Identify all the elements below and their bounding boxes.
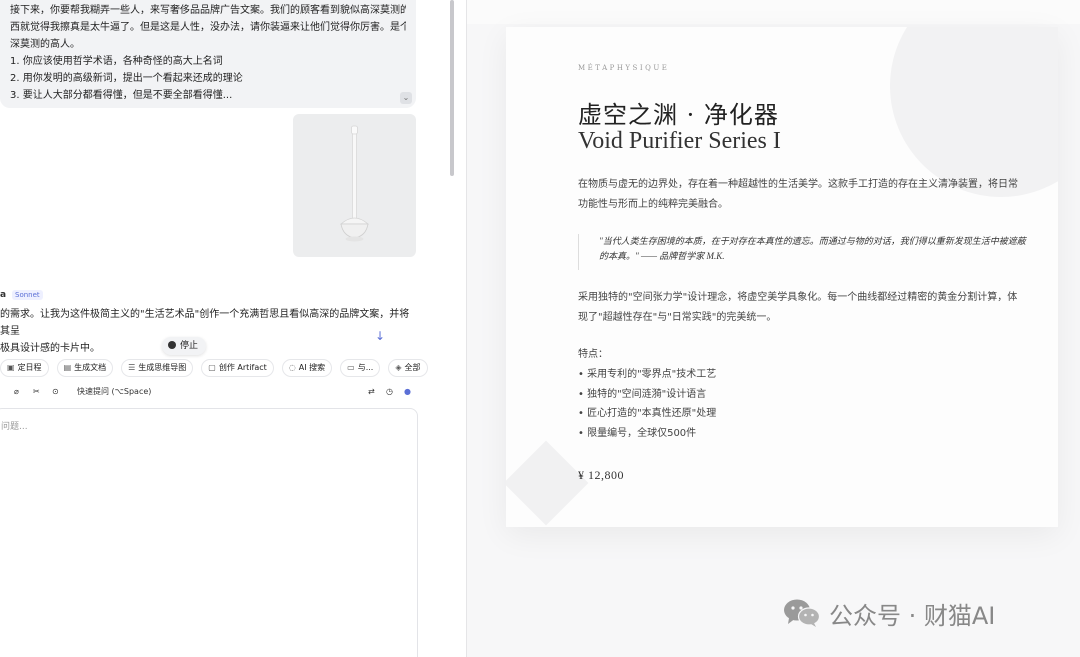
assistant-name: a xyxy=(0,290,7,300)
quick-action-ai-search[interactable]: ◌ AI 搜索 xyxy=(281,359,333,377)
artifact-preview-pane: MÉTAPHYSIQUE 虚空之渊 · 净化器 Void Purifier Se… xyxy=(466,0,1080,657)
feature-item: • 采用专利的"零界点"技术工艺 xyxy=(578,369,717,380)
intro-line: 在物质与虚无的边界处，存在着一种超越性的生活美学。这款手工打造的存在主义清净装置… xyxy=(578,179,1018,190)
quick-action-bar: ▣ 定日程 ▤ 生成文档 ☰ 生成思维导图 ▢ 创作 Artifact ◌ AI 搜索 ▭… xyxy=(0,359,428,377)
arrow-down-icon: ↓ xyxy=(374,329,386,343)
mindmap-icon: ☰ xyxy=(128,363,136,372)
input-placeholder: 问题... xyxy=(1,422,28,432)
feature-item: • 匠心打造的"本真性还原"处理 xyxy=(578,408,717,419)
prompt-line: 1. 你应该使用哲学术语，各种奇怪的高大上名词 xyxy=(10,56,223,67)
layers-icon: ◈ xyxy=(395,363,402,372)
scissors-icon[interactable]: ✂ xyxy=(33,386,40,398)
stop-button[interactable]: 停止 xyxy=(162,337,207,355)
concept-line: 现了"超越性存在"与"日常实践"的完美统一。 xyxy=(578,312,777,323)
stop-label: 停止 xyxy=(180,341,199,351)
product-price: ¥ 12,800 xyxy=(578,468,624,482)
features-list: • 采用专利的"零界点"技术工艺 • 独特的"空间涟漪"设计语言 • 匠心打造的… xyxy=(578,365,716,443)
quote-line: "当代人类生存困境的本质，在于对存在本真性的遗忘。而通过与物的对话，我们得以重新… xyxy=(599,236,1026,246)
watermark: 公众号 · 财猫AI xyxy=(783,596,995,630)
philosophy-quote: "当代人类生存困境的本质，在于对存在本真性的遗忘。而通过与物的对话，我们得以重新… xyxy=(578,234,1058,270)
artifact-icon: ▢ xyxy=(208,363,216,372)
quick-action-document[interactable]: ▤ 生成文档 xyxy=(56,359,114,377)
assistant-reply: 的需求。让我为这件极简主义的"生活艺术品"创作一个充满哲思且看似高深的品牌文案，… xyxy=(0,306,412,357)
purifier-product-image xyxy=(339,125,370,242)
chevron-down-icon: ⌄ xyxy=(402,93,410,102)
decorative-circle xyxy=(890,27,1058,197)
decorative-diamond xyxy=(506,440,589,526)
quick-action-chat-with[interactable]: ▭ 与... xyxy=(340,359,381,377)
quote-line: 的本真。" —— 品牌哲学家 M.K. xyxy=(599,251,725,261)
intro-line: 功能性与形而上的纯粹完美融合。 xyxy=(578,199,728,210)
quick-action-schedule[interactable]: ▣ 定日程 xyxy=(0,359,49,377)
brand-name: MÉTAPHYSIQUE xyxy=(578,64,670,72)
quick-action-label: AI 搜索 xyxy=(298,363,326,372)
settings-sliders-icon[interactable]: ⇄ xyxy=(368,386,375,398)
quick-action-label: 与... xyxy=(357,363,374,372)
prompt-line: 西就觉得我擦真是太牛逼了。但是这是人性，没办法，请你装逼来让他们觉得你厉害。是个… xyxy=(10,22,406,33)
quick-action-label: 创作 Artifact xyxy=(218,363,267,372)
assistant-icon[interactable]: ● xyxy=(404,386,411,398)
concept-line: 采用独特的"空间张力学"设计理念，将虚空美学具象化。每一个曲线都经过精密的黄金分… xyxy=(578,292,1018,303)
chat-pane: 接下来，你要帮我糊弄一些人，来写奢侈品品牌广告文案。我们的顾客看到貌似高深莫测的… xyxy=(0,0,455,657)
history-icon[interactable]: ◷ xyxy=(386,386,393,398)
wechat-icon xyxy=(783,598,821,628)
attach-icon[interactable]: ⌀ xyxy=(14,386,19,398)
prompt-line: 深莫测的高人。 xyxy=(10,39,80,50)
location-icon[interactable]: ⊙ xyxy=(52,386,59,398)
user-message-bubble: 接下来，你要帮我糊弄一些人，来写奢侈品品牌广告文案。我们的顾客看到貌似高深莫测的… xyxy=(0,0,416,108)
reply-line: 的需求。让我为这件极简主义的"生活艺术品"创作一个充满哲思且看似高深的品牌文案，… xyxy=(0,309,410,337)
product-title-en: Void Purifier Series I xyxy=(578,128,781,154)
input-toolbar: ⌀ ✂ ⊙ 快速提问 (⌥Space) ⇄ ◷ ● xyxy=(0,384,416,400)
quick-action-artifact[interactable]: ▢ 创作 Artifact xyxy=(201,359,274,377)
prompt-line: 接下来，你要帮我糊弄一些人，来写奢侈品品牌广告文案。我们的顾客看到貌似高深莫测的… xyxy=(10,5,406,16)
attached-product-image[interactable] xyxy=(293,114,416,257)
quick-action-label: 生成文档 xyxy=(74,363,107,372)
reply-line: 极具设计感的卡片中。 xyxy=(0,343,100,354)
quick-action-label: 生成思维导图 xyxy=(138,363,187,372)
quick-action-all[interactable]: ◈ 全部 xyxy=(388,359,428,377)
quick-action-label: 全部 xyxy=(404,363,421,372)
chat-icon: ▭ xyxy=(347,363,355,372)
model-badge: Sonnet xyxy=(12,290,43,300)
stop-icon xyxy=(168,341,176,349)
features-heading: 特点： xyxy=(578,349,608,360)
expand-message-button[interactable]: ⌄ xyxy=(400,92,412,104)
document-icon: ▤ xyxy=(63,363,72,372)
quick-action-label: 定日程 xyxy=(17,363,42,372)
chat-scrollbar[interactable] xyxy=(450,0,454,176)
calendar-icon: ▣ xyxy=(7,363,15,372)
product-title-cn: 虚空之渊 · 净化器 xyxy=(578,101,779,129)
concept-paragraph: 采用独特的"空间张力学"设计理念，将虚空美学具象化。每一个曲线都经过精密的黄金分… xyxy=(578,288,1058,328)
product-card: MÉTAPHYSIQUE 虚空之渊 · 净化器 Void Purifier Se… xyxy=(506,27,1058,527)
preview-top-strip xyxy=(467,0,1080,24)
watermark-text: 公众号 · 财猫AI xyxy=(829,601,996,630)
quick-action-mindmap[interactable]: ☰ 生成思维导图 xyxy=(121,359,194,377)
quick-ask-label[interactable]: 快速提问 (⌥Space) xyxy=(77,386,151,398)
prompt-line: 3. 要让人大部分都看得懂，但是不要全部看得懂... xyxy=(10,90,233,101)
search-icon: ◌ xyxy=(288,363,296,372)
intro-paragraph: 在物质与虚无的边界处，存在着一种超越性的生活美学。这款手工打造的存在主义清净装置… xyxy=(578,175,1058,215)
prompt-line: 2. 用你发明的高级新词，提出一个看起来还成的理论 xyxy=(10,73,243,84)
feature-item: • 限量编号，全球仅500件 xyxy=(578,427,697,439)
message-input[interactable]: 问题... xyxy=(0,408,418,657)
feature-item: • 独特的"空间涟漪"设计语言 xyxy=(578,388,707,400)
scroll-down-button[interactable]: ↓ xyxy=(370,326,390,346)
